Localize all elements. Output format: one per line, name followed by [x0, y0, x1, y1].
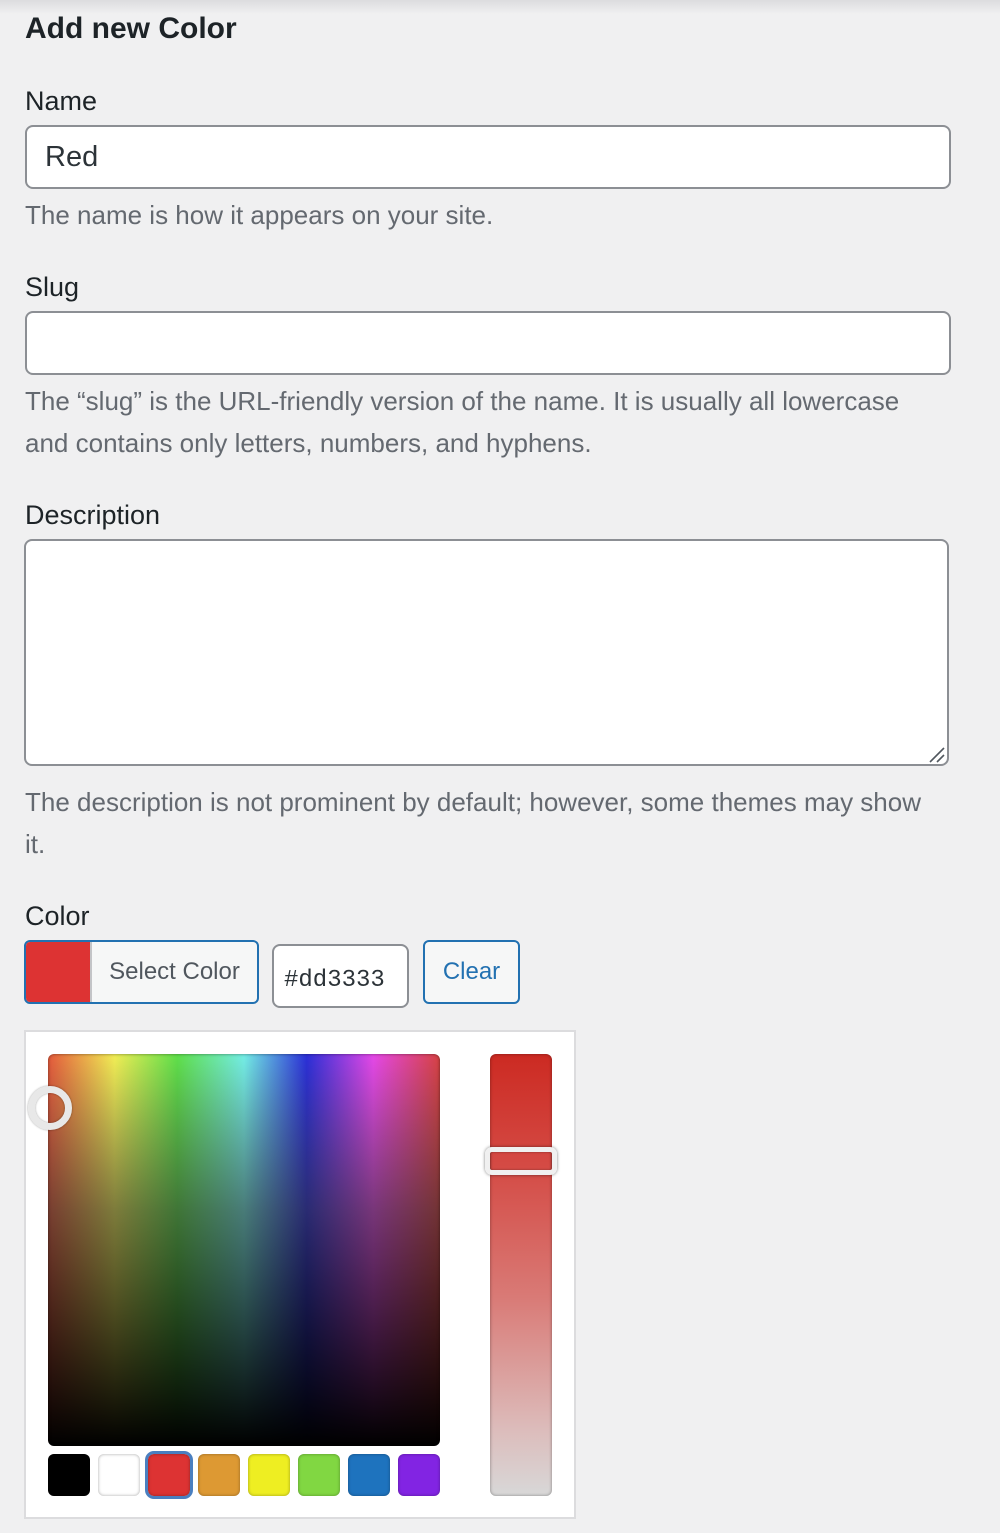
- color-palette: [48, 1451, 440, 1499]
- name-input[interactable]: [25, 125, 951, 189]
- hue-slider-handle[interactable]: [485, 1147, 557, 1175]
- name-label: Name: [25, 86, 98, 116]
- current-color-swatch: [26, 942, 92, 1002]
- slug-input[interactable]: [25, 311, 951, 375]
- palette-swatch-blue[interactable]: [348, 1454, 390, 1496]
- palette-swatch-yellow[interactable]: [248, 1454, 290, 1496]
- palette-swatch-green[interactable]: [298, 1454, 340, 1496]
- name-help-text: The name is how it appears on your site.: [25, 200, 494, 230]
- palette-swatch-white[interactable]: [98, 1454, 140, 1496]
- saturation-handle[interactable]: [28, 1086, 72, 1130]
- palette-swatch-black[interactable]: [48, 1454, 90, 1496]
- hex-color-input[interactable]: [272, 944, 409, 1008]
- select-color-button[interactable]: Select Color: [24, 940, 259, 1004]
- description-textarea[interactable]: [24, 539, 949, 766]
- slug-label: Slug: [25, 272, 80, 302]
- slug-help-text: The “slug” is the URL-friendly version o…: [25, 386, 900, 458]
- page-title: Add new Color: [25, 12, 237, 45]
- palette-swatch-orange[interactable]: [198, 1454, 240, 1496]
- palette-swatch-red[interactable]: [145, 1451, 193, 1499]
- select-color-label: Select Color: [109, 958, 240, 985]
- palette-swatch-purple[interactable]: [398, 1454, 440, 1496]
- description-help-text: The description is not prominent by defa…: [25, 787, 921, 859]
- clear-color-button[interactable]: Clear: [423, 940, 520, 1004]
- resize-grip-icon[interactable]: [926, 744, 946, 764]
- hue-slider[interactable]: [490, 1054, 552, 1496]
- saturation-field[interactable]: [48, 1054, 440, 1446]
- color-label: Color: [25, 901, 90, 931]
- color-picker-panel: [24, 1030, 576, 1519]
- description-label: Description: [25, 500, 161, 530]
